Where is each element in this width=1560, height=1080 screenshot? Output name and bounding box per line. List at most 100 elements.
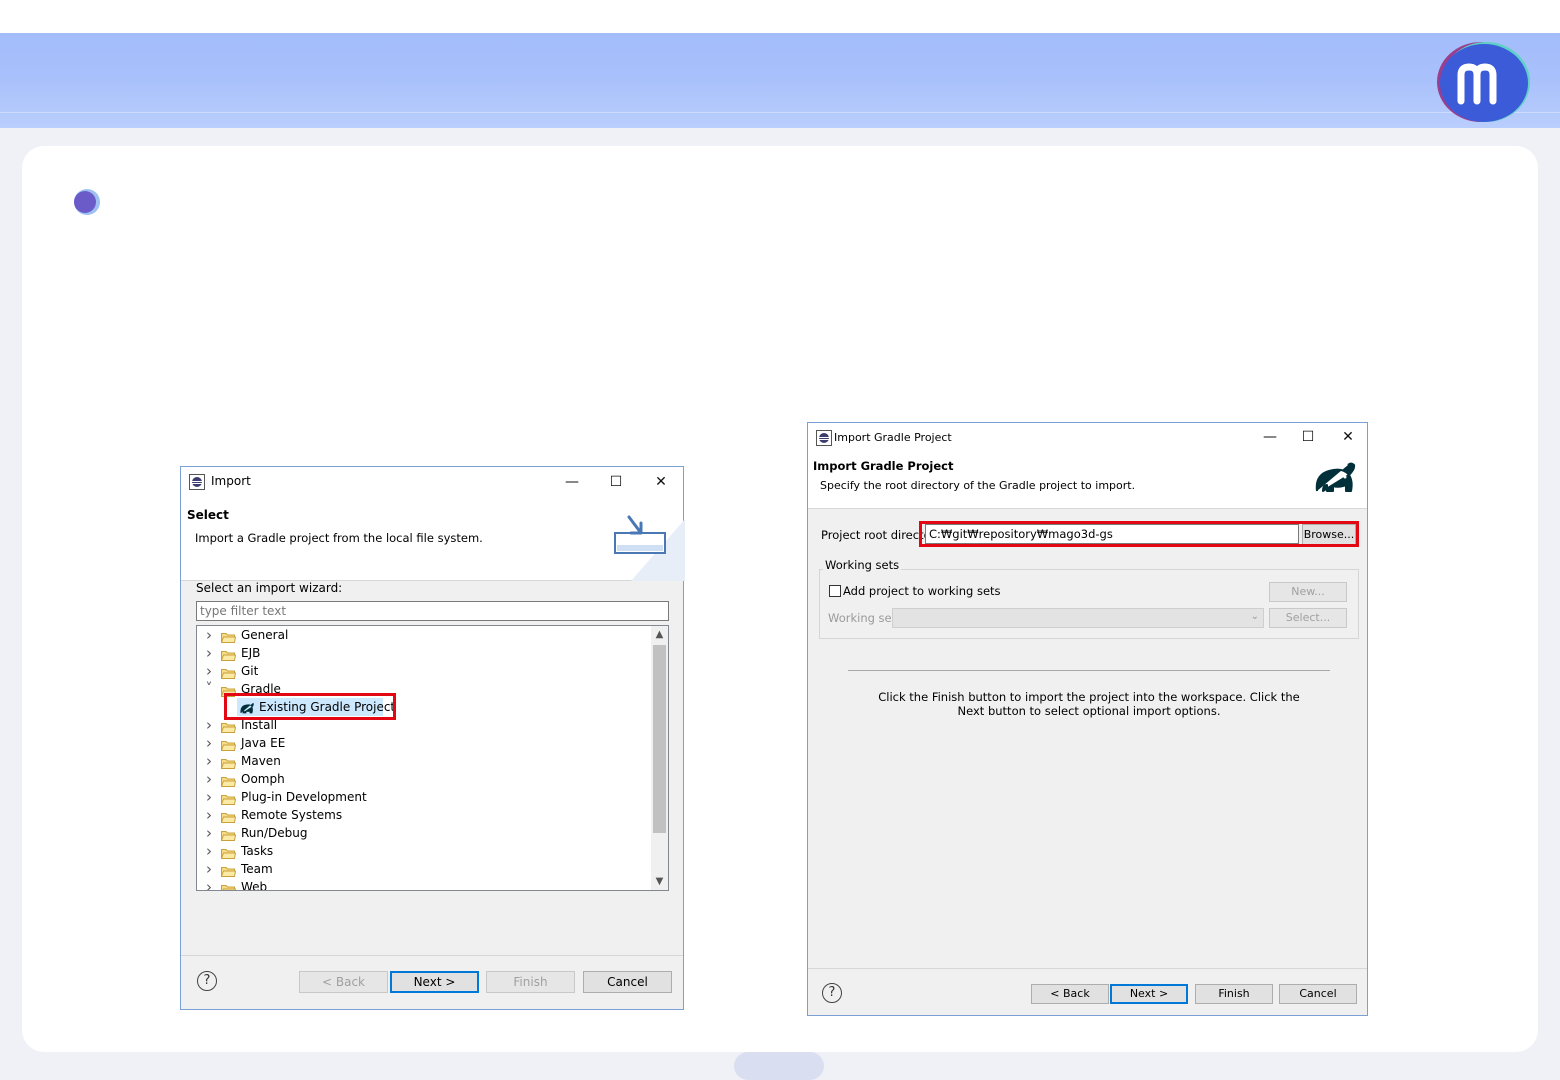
tree-item[interactable]: › Oomph <box>197 770 649 788</box>
add-to-working-sets-checkbox[interactable] <box>829 585 841 597</box>
import-dialog: Import — ☐ ✕ Select Import a Gradle proj… <box>180 466 685 1010</box>
tree-item[interactable]: › Run/Debug <box>197 824 649 842</box>
chevron-right-icon[interactable]: › <box>204 806 214 824</box>
eclipse-window-icon <box>816 430 832 446</box>
working-sets-group-label: Working sets <box>823 558 902 572</box>
tree-item-label: EJB <box>241 646 261 660</box>
folder-icon <box>220 774 237 787</box>
tree-item[interactable]: › Remote Systems <box>197 806 649 824</box>
highlight-existing-gradle-project <box>224 693 396 720</box>
folder-icon <box>220 648 237 661</box>
minimize-icon[interactable]: — <box>1263 430 1277 444</box>
next-button[interactable]: Next > <box>1110 984 1188 1004</box>
tree-item[interactable]: › Web <box>197 878 649 890</box>
back-button[interactable]: < Back <box>299 971 388 993</box>
chevron-right-icon[interactable]: › <box>204 734 214 752</box>
gradle-elephant-icon <box>1315 462 1356 492</box>
import-header-title: Select <box>187 508 229 522</box>
import-titlebar: Import — ☐ ✕ <box>181 467 683 497</box>
cancel-button[interactable]: Cancel <box>1279 984 1357 1004</box>
tree-scrollbar[interactable]: ▲ ▼ <box>651 626 668 890</box>
tree-item-label: Java EE <box>241 736 286 750</box>
select-working-set-button[interactable]: Select... <box>1269 608 1347 628</box>
maximize-icon[interactable]: ☐ <box>609 475 623 489</box>
close-icon[interactable]: ✕ <box>654 475 668 489</box>
info-line-2: Next button to select optional import op… <box>957 704 1221 718</box>
import-gradle-dialog: Import Gradle Project — ☐ ✕ Import Gradl… <box>807 422 1368 1016</box>
folder-icon <box>220 756 237 769</box>
scroll-up-icon[interactable]: ▲ <box>651 626 668 643</box>
page-number-pill <box>734 1052 824 1080</box>
chevron-down-icon: ⌄ <box>1250 611 1259 622</box>
chevron-right-icon[interactable]: › <box>204 860 214 878</box>
import-footer-separator <box>181 955 683 956</box>
chevron-right-icon[interactable]: › <box>204 662 214 680</box>
folder-icon <box>221 882 237 890</box>
chevron-right-icon[interactable]: › <box>204 644 214 662</box>
working-sets-combo[interactable]: ⌄ <box>892 608 1264 628</box>
folder-icon <box>220 846 237 859</box>
tree-item-label: Oomph <box>241 772 285 786</box>
wizard-select-label: Select an import wizard: <box>196 581 343 595</box>
cancel-button[interactable]: Cancel <box>583 971 672 993</box>
maximize-icon[interactable]: ☐ <box>1301 430 1315 444</box>
tree-item[interactable]: › Team <box>197 860 649 878</box>
folder-icon <box>220 828 237 841</box>
chevron-right-icon[interactable]: › <box>204 770 214 788</box>
tree-item[interactable]: › General <box>197 626 649 644</box>
tree-item[interactable]: › Tasks <box>197 842 649 860</box>
tree-item-label: Remote Systems <box>241 808 343 822</box>
info-line-1: Click the Finish button to import the pr… <box>878 690 1300 704</box>
next-button[interactable]: Next > <box>390 971 479 993</box>
help-icon[interactable]: ? <box>197 971 217 991</box>
folder-icon <box>220 792 237 805</box>
tree-item[interactable]: › Maven <box>197 752 649 770</box>
tree-item[interactable]: › Java EE <box>197 734 649 752</box>
working-sets-group <box>819 569 1359 639</box>
slide-top-margin <box>0 0 1560 33</box>
chevron-right-icon[interactable]: › <box>204 878 214 890</box>
chevron-right-icon[interactable]: › <box>204 716 214 734</box>
tree-item-label: Run/Debug <box>241 826 308 840</box>
gradle-header-title: Import Gradle Project <box>813 459 954 473</box>
chevron-right-icon[interactable]: › <box>204 824 214 842</box>
brand-logo-icon <box>1437 42 1530 122</box>
new-working-set-button[interactable]: New... <box>1269 582 1347 602</box>
gradle-titlebar: Import Gradle Project — ☐ ✕ <box>808 423 1367 453</box>
wizard-tree[interactable]: › General › EJB › Git ˅ Gradle Existing Gradle P… <box>196 625 669 891</box>
filter-text-input[interactable]: type filter text <box>196 601 669 621</box>
tree-item-label: Team <box>241 862 273 876</box>
chevron-right-icon[interactable]: › <box>204 752 214 770</box>
info-separator <box>848 670 1330 671</box>
back-button[interactable]: < Back <box>1031 984 1109 1004</box>
minimize-icon[interactable]: — <box>565 475 579 489</box>
scroll-thumb[interactable] <box>653 645 666 833</box>
chevron-down-icon[interactable]: ˅ <box>204 680 214 698</box>
chevron-right-icon[interactable]: › <box>204 842 214 860</box>
import-window-title: Import <box>211 474 251 488</box>
close-icon[interactable]: ✕ <box>1341 430 1355 444</box>
bullet-dot-icon <box>74 189 100 215</box>
eclipse-window-icon <box>189 474 205 490</box>
info-text: Click the Finish button to import the pr… <box>848 690 1330 718</box>
finish-button[interactable]: Finish <box>1195 984 1273 1004</box>
import-header: Select Import a Gradle project from the … <box>181 497 685 581</box>
tree-item[interactable]: › Git <box>197 662 649 680</box>
gradle-window-title: Import Gradle Project <box>834 431 952 444</box>
tree-item-label: General <box>241 628 289 642</box>
tree-item-label: Git <box>241 664 259 678</box>
folder-icon <box>220 738 237 751</box>
folder-icon <box>220 864 237 877</box>
folder-icon <box>220 810 237 823</box>
chevron-right-icon[interactable]: › <box>204 626 214 644</box>
scroll-down-icon[interactable]: ▼ <box>651 873 668 890</box>
import-wizard-icon <box>614 515 685 581</box>
help-icon[interactable]: ? <box>822 983 842 1003</box>
tree-item-label: Plug-in Development <box>241 790 367 804</box>
tree-item[interactable]: › EJB <box>197 644 649 662</box>
chevron-right-icon[interactable]: › <box>204 788 214 806</box>
import-header-description: Import a Gradle project from the local f… <box>195 531 483 545</box>
tree-item[interactable]: › Plug-in Development <box>197 788 649 806</box>
finish-button[interactable]: Finish <box>486 971 575 993</box>
tree-item-label: Tasks <box>241 844 274 858</box>
